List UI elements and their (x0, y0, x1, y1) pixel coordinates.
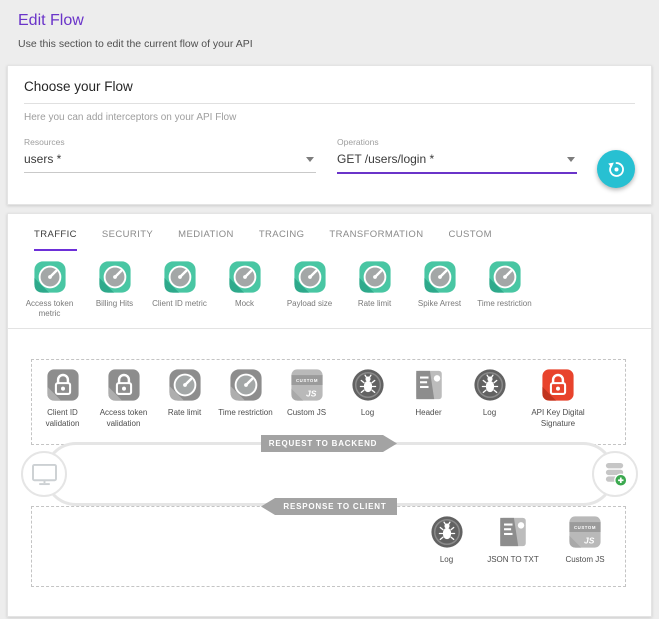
policy-log[interactable]: Log (337, 368, 398, 419)
policy-log[interactable]: Log (459, 368, 520, 419)
palette-item-access-token-metric[interactable]: Access token metric (17, 260, 82, 328)
request-policies-dropzone[interactable]: Client ID validation Access token valida… (31, 359, 626, 445)
policy-palette: Access token metric Billing Hits Client … (8, 251, 651, 329)
tab-security[interactable]: SECURITY (102, 229, 153, 251)
policy-label: API Key Digital Signature (520, 408, 596, 430)
gauge-icon (229, 368, 263, 402)
policy-access-token-validation[interactable]: Access token validation (93, 368, 154, 430)
gauge-icon (228, 260, 262, 294)
lock-icon (46, 368, 80, 402)
policies-card: TRAFFIC SECURITY MEDIATION TRACING TRANS… (7, 213, 652, 617)
tab-transformation[interactable]: TRANSFORMATION (329, 229, 423, 251)
bug-icon (473, 368, 507, 402)
policy-client-id-validation[interactable]: Client ID validation (32, 368, 93, 430)
backend-endpoint[interactable] (592, 451, 638, 497)
palette-item-time-restriction[interactable]: Time restriction (472, 260, 537, 328)
palette-item-rate-limit[interactable]: Rate limit (342, 260, 407, 328)
reset-flow-button[interactable] (597, 150, 635, 188)
policy-label: Access token validation (93, 408, 154, 430)
policy-api-key-digital-signature[interactable]: API Key Digital Signature (520, 368, 596, 430)
bug-icon (430, 515, 464, 549)
response-to-client-ribbon: RESPONSE TO CLIENT (261, 498, 397, 515)
palette-item-mock[interactable]: Mock (212, 260, 277, 328)
page-header: Edit Flow Use this section to edit the c… (0, 0, 659, 54)
choose-flow-hint: Here you can add interceptors on your AP… (24, 112, 635, 123)
response-policies-dropzone[interactable]: Log JSON TO TXT Custom JS (31, 506, 626, 587)
header-lines-icon (496, 515, 530, 549)
lock-icon (107, 368, 141, 402)
monitor-icon (31, 463, 58, 486)
palette-item-billing-hits[interactable]: Billing Hits (82, 260, 147, 328)
policy-label: Rate limit (168, 408, 201, 419)
palette-item-label: Rate limit (358, 299, 391, 309)
resources-select[interactable]: Resources users * (24, 137, 316, 173)
policy-rate-limit[interactable]: Rate limit (154, 368, 215, 419)
palette-item-label: Payload size (287, 299, 332, 309)
tab-custom[interactable]: CUSTOM (448, 229, 491, 251)
database-add-icon (603, 462, 628, 487)
palette-item-label: Mock (235, 299, 254, 309)
flow-designer: Client ID validation Access token valida… (8, 329, 651, 612)
policy-time-restriction[interactable]: Time restriction (215, 368, 276, 419)
palette-item-label: Billing Hits (96, 299, 133, 309)
page-subtitle: Use this section to edit the current flo… (18, 38, 641, 50)
policy-label: Log (361, 408, 374, 419)
palette-item-client-id-metric[interactable]: Client ID metric (147, 260, 212, 328)
resources-label: Resources (24, 137, 316, 147)
palette-item-label: Client ID metric (152, 299, 207, 309)
palette-item-spike-arrest[interactable]: Spike Arrest (407, 260, 472, 328)
gauge-icon (168, 368, 202, 402)
chevron-down-icon (567, 157, 575, 162)
policy-label: Client ID validation (32, 408, 93, 430)
policy-category-tabs: TRAFFIC SECURITY MEDIATION TRACING TRANS… (8, 214, 651, 251)
flow-selectors: Resources users * Operations GET /users/… (24, 137, 635, 188)
policy-label: Log (440, 555, 453, 566)
operations-label: Operations (337, 137, 577, 147)
page-title: Edit Flow (18, 12, 641, 30)
tab-traffic[interactable]: TRAFFIC (34, 229, 77, 251)
lock-icon-red (541, 368, 575, 402)
palette-item-payload-size[interactable]: Payload size (277, 260, 342, 328)
policy-label: JSON TO TXT (487, 555, 539, 566)
resources-value: users * (24, 147, 316, 172)
gauge-icon (163, 260, 197, 294)
policy-custom-js[interactable]: Custom JS (276, 368, 337, 419)
client-endpoint (21, 451, 67, 497)
request-to-backend-ribbon: REQUEST TO BACKEND (261, 435, 397, 452)
chevron-down-icon (306, 157, 314, 162)
policy-label: Time restriction (218, 408, 272, 419)
policy-label: Header (415, 408, 441, 419)
gauge-icon (488, 260, 522, 294)
choose-flow-card: Choose your Flow Here you can add interc… (7, 65, 652, 205)
palette-item-label: Spike Arrest (418, 299, 461, 309)
policy-json-to-txt[interactable]: JSON TO TXT (477, 515, 549, 566)
policy-custom-js[interactable]: Custom JS (549, 515, 621, 566)
tab-tracing[interactable]: TRACING (259, 229, 305, 251)
gauge-icon (358, 260, 392, 294)
policy-label: Log (483, 408, 496, 419)
gauge-icon (33, 260, 67, 294)
gauge-icon (293, 260, 327, 294)
custom-js-icon (290, 368, 324, 402)
operations-select[interactable]: Operations GET /users/login * (337, 137, 577, 174)
policy-label: Custom JS (565, 555, 604, 566)
policy-header[interactable]: Header (398, 368, 459, 419)
header-lines-icon (412, 368, 446, 402)
custom-js-icon (568, 515, 602, 549)
bug-icon (351, 368, 385, 402)
tab-mediation[interactable]: MEDIATION (178, 229, 234, 251)
edit-flow-page: Edit Flow Use this section to edit the c… (0, 0, 659, 619)
choose-flow-title: Choose your Flow (24, 79, 635, 104)
palette-item-label: Access token metric (17, 299, 82, 320)
operations-value: GET /users/login * (337, 147, 577, 172)
gauge-icon (423, 260, 457, 294)
policy-log[interactable]: Log (416, 515, 477, 566)
gauge-icon (98, 260, 132, 294)
restore-icon (606, 159, 627, 180)
palette-item-label: Time restriction (477, 299, 531, 309)
policy-label: Custom JS (287, 408, 326, 419)
